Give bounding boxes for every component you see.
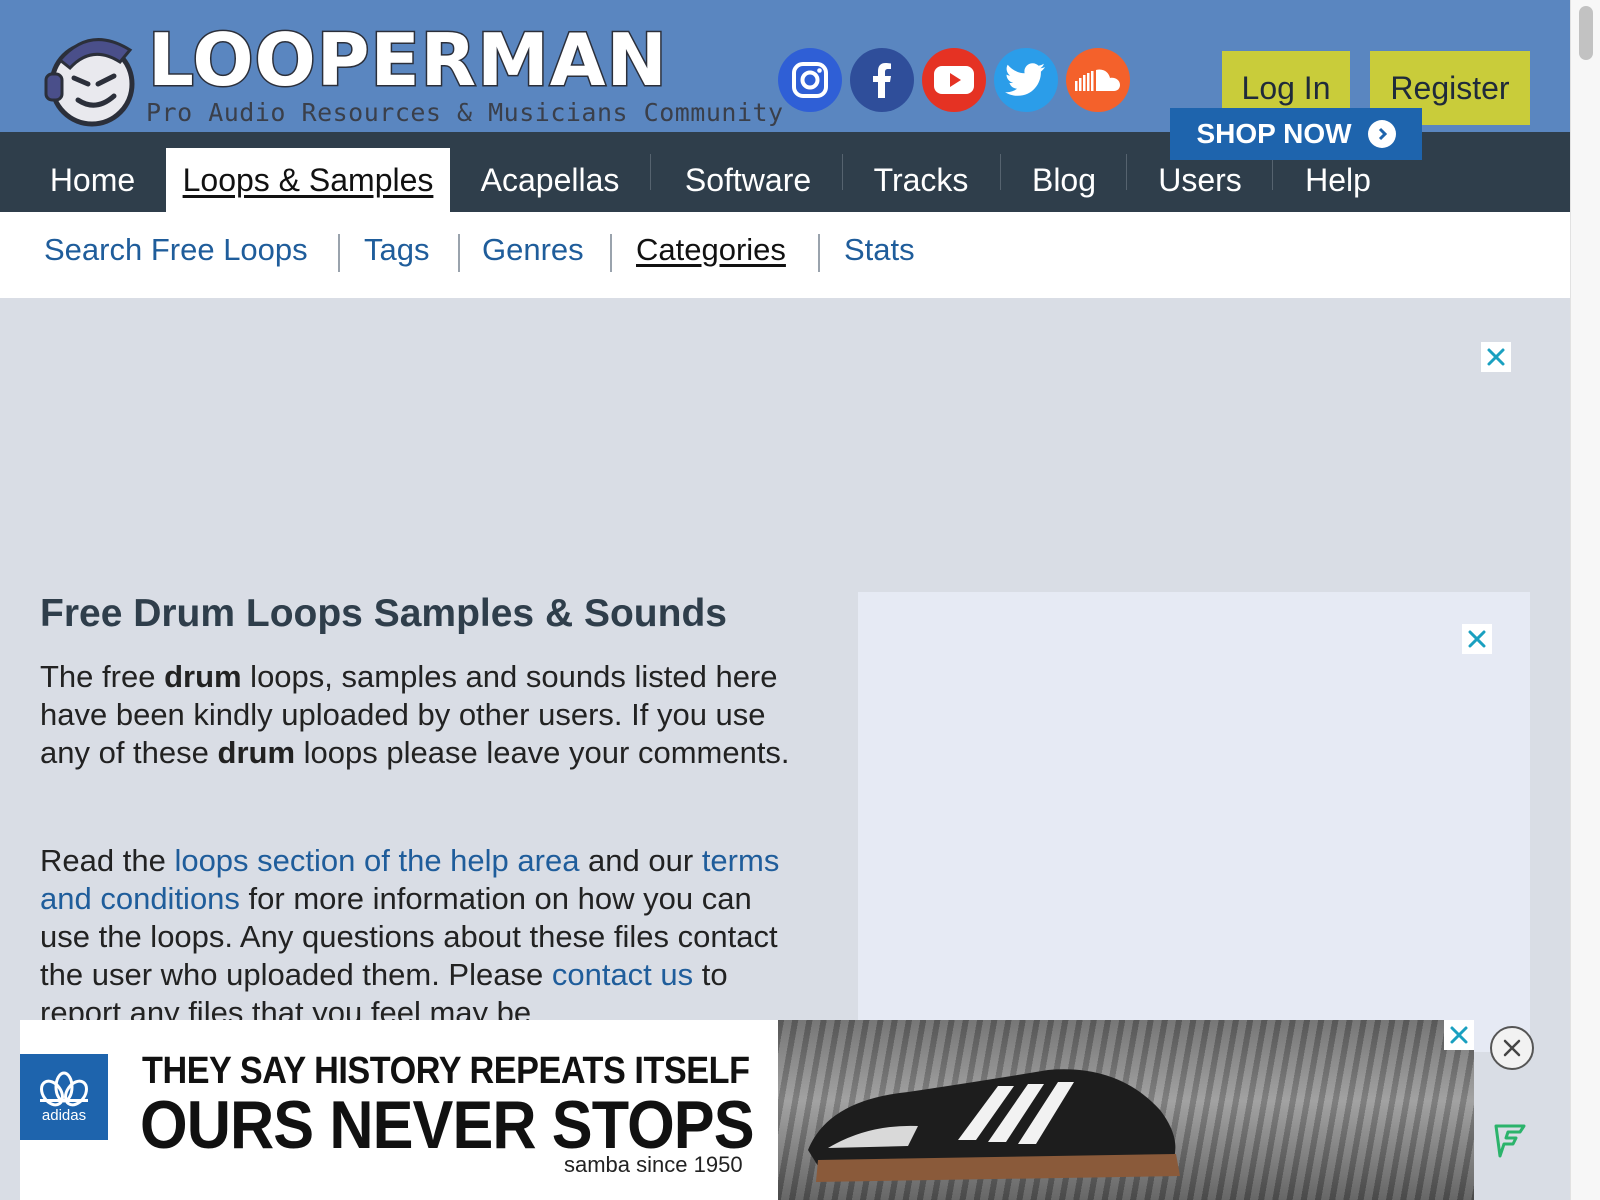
sub-navigation: Search Free Loops Tags Genres Categories… [0,212,1570,298]
instagram-icon [792,62,828,98]
nav-loops-samples[interactable]: Loops & Samples [166,148,450,212]
twitter-icon [1005,63,1045,96]
subnav-search-free-loops[interactable]: Search Free Loops [44,232,308,268]
banner-photo [778,1020,1474,1200]
side-ad-close-button[interactable] [1462,624,1492,654]
side-ad-slot [858,592,1530,1052]
subnav-divider [458,234,460,272]
subnav-categories[interactable]: Categories [636,232,786,268]
scrollbar-thumb[interactable] [1579,6,1593,60]
nav-tracks[interactable]: Tracks [864,148,978,212]
subnav-divider [610,234,612,272]
subnav-stats[interactable]: Stats [844,232,915,268]
nav-software[interactable]: Software [672,148,824,212]
soundcloud-icon [1075,69,1120,91]
banner-tagline: samba since 1950 [564,1152,743,1177]
sneaker-image [808,1069,1180,1182]
nav-acapellas[interactable]: Acapellas [472,148,628,212]
twitter-link[interactable] [994,48,1058,112]
help-paragraph: Read the loops section of the help area … [40,843,780,1030]
page-title: Free Drum Loops Samples & Sounds [40,592,727,635]
looperman-logo[interactable]: LOOPERMAN Pro Audio Resources & Musician… [40,23,783,132]
soundcloud-link[interactable] [1066,48,1130,112]
nav-divider [650,154,651,190]
trefoil-icon [40,1071,88,1106]
subnav-tags[interactable]: Tags [364,232,429,268]
close-icon [1487,348,1505,366]
facebook-icon [873,63,891,98]
youtube-icon [934,66,974,94]
facebook-link[interactable] [850,48,914,112]
logo-wordmark: LOOPERMAN [147,18,669,102]
banner-ad[interactable]: adidas THEY SAY HISTORY REPEATS ITSELF O… [20,1020,1474,1200]
freestar-icon[interactable] [1490,1120,1530,1160]
close-icon [1503,1039,1521,1057]
mascot-logo-icon [44,38,135,127]
logo-tagline: Pro Audio Resources & Musicians Communit… [146,98,784,127]
contact-us-link[interactable]: contact us [552,957,693,992]
chevron-right-icon [1367,120,1396,148]
dismiss-ad-button[interactable] [1490,1026,1534,1070]
nav-divider [1126,154,1127,190]
ad-close-button[interactable] [1481,342,1511,372]
instagram-link[interactable] [778,48,842,112]
nav-home[interactable]: Home [40,148,145,212]
vertical-scrollbar[interactable] [1570,0,1600,1200]
intro-paragraph: The free drum loops, samples and sounds … [40,659,790,770]
nav-divider [842,154,843,190]
nav-blog[interactable]: Blog [1022,148,1106,212]
youtube-link[interactable] [922,48,986,112]
subnav-genres[interactable]: Genres [482,232,584,268]
shop-now-button[interactable]: SHOP NOW [1170,108,1422,160]
adidas-logo: adidas [20,1054,108,1140]
help-loops-link[interactable]: loops section of the help area [174,843,579,878]
close-icon [1468,630,1486,648]
nav-divider [1000,154,1001,190]
close-icon [1450,1026,1468,1044]
subnav-divider [338,234,340,272]
subnav-divider [818,234,820,272]
adidas-wordmark: adidas [41,1106,87,1124]
shop-now-label: SHOP NOW [1196,118,1352,149]
banner-close-button[interactable] [1444,1020,1474,1050]
